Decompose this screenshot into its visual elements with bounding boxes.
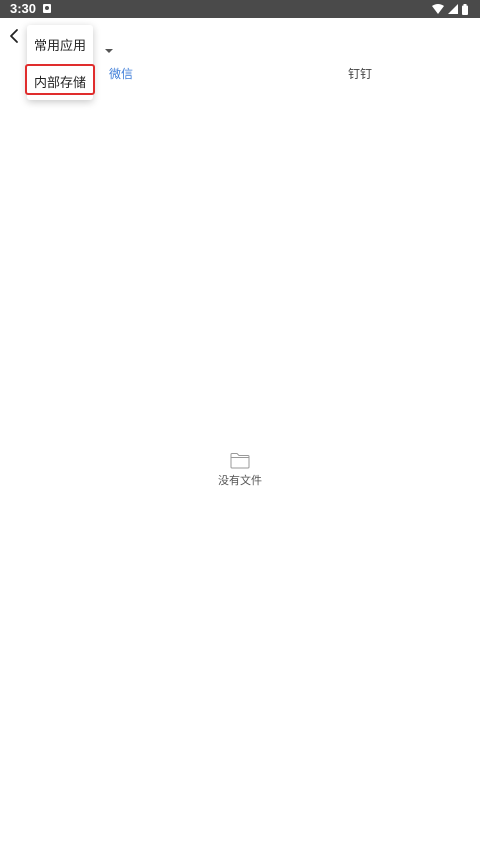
chevron-left-icon[interactable] [6, 26, 26, 46]
storage-dropdown-menu: 常用应用 内部存储 [27, 25, 93, 100]
notification-icon [43, 4, 51, 13]
menu-item-internal-storage[interactable]: 内部存储 [27, 63, 93, 99]
menu-item-frequent-apps[interactable]: 常用应用 [27, 26, 93, 62]
status-bar: 3:30 [0, 0, 480, 18]
wifi-icon [432, 4, 444, 14]
tab-wechat[interactable]: 微信 [109, 65, 133, 82]
battery-icon [462, 3, 468, 15]
signal-icon [448, 4, 458, 14]
status-icons [432, 3, 468, 15]
empty-state-text: 没有文件 [218, 474, 262, 487]
caret-down-icon[interactable] [103, 47, 115, 55]
status-time: 3:30 [10, 1, 37, 16]
tab-dingtalk[interactable]: 钉钉 [348, 65, 372, 82]
folder-icon [230, 453, 250, 469]
empty-state: 没有文件 [0, 452, 480, 488]
